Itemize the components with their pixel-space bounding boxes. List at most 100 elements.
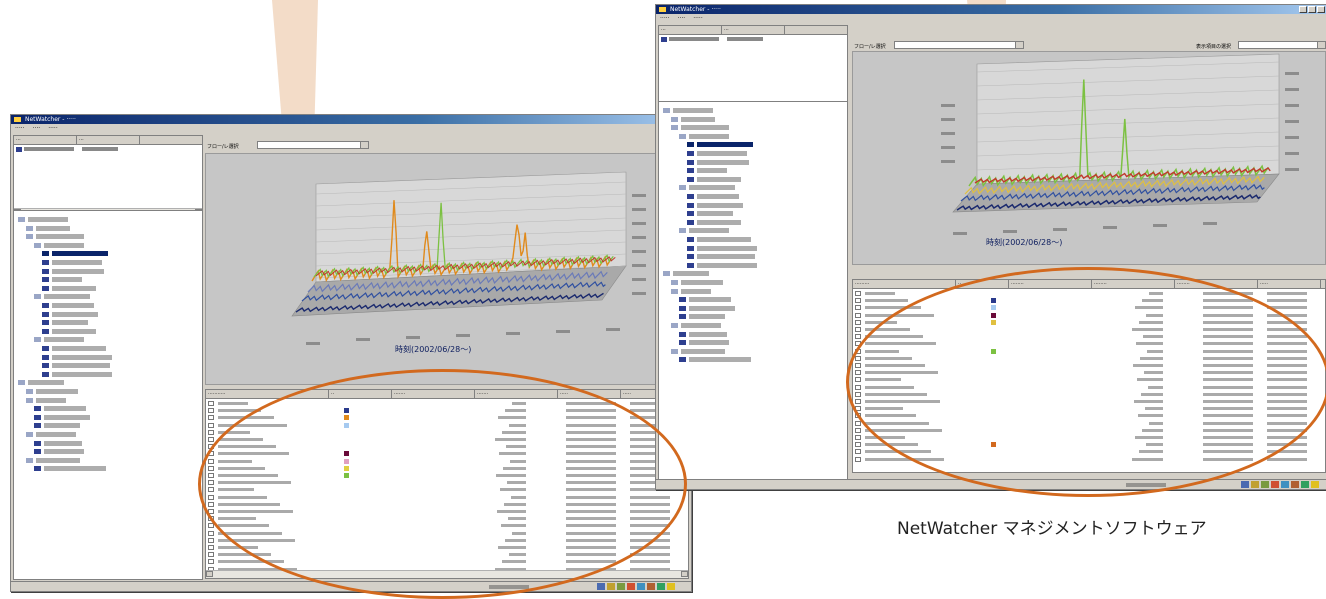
menu-item[interactable]: ····· xyxy=(693,14,703,23)
tree-item[interactable] xyxy=(52,268,104,274)
tree-item[interactable] xyxy=(689,331,727,337)
tree-item[interactable] xyxy=(681,348,725,354)
tray-icon[interactable] xyxy=(667,583,675,590)
tree-item[interactable] xyxy=(36,225,70,231)
tree-item[interactable] xyxy=(36,389,78,394)
display-item-select[interactable] xyxy=(1238,41,1326,49)
tree-item[interactable] xyxy=(681,288,711,294)
tree-item[interactable] xyxy=(28,380,64,386)
tree-item[interactable] xyxy=(681,125,729,131)
tree-item[interactable] xyxy=(36,432,76,437)
tree-item[interactable] xyxy=(697,168,727,174)
graph-node-icon xyxy=(679,340,686,346)
tree-item[interactable] xyxy=(697,237,751,242)
tray-icon[interactable] xyxy=(637,583,645,590)
flow-select-dropdown[interactable] xyxy=(257,141,369,149)
tree-item[interactable] xyxy=(44,294,90,300)
tray-icon[interactable] xyxy=(1301,481,1309,488)
menu-item[interactable]: ····· xyxy=(660,14,670,23)
tree-item[interactable] xyxy=(52,260,102,265)
tree-item[interactable] xyxy=(697,159,749,165)
tree-item[interactable] xyxy=(44,414,90,420)
tree-item[interactable] xyxy=(28,217,68,222)
tree-item[interactable] xyxy=(52,320,88,326)
tree-item[interactable] xyxy=(36,234,84,240)
tree-item[interactable] xyxy=(689,133,729,139)
tray-icon[interactable] xyxy=(1291,481,1299,488)
minimize-icon[interactable] xyxy=(1299,6,1307,13)
tree-item[interactable] xyxy=(681,323,721,328)
tree-item[interactable] xyxy=(689,297,731,303)
tree-item[interactable] xyxy=(44,466,106,472)
tree-item[interactable] xyxy=(697,151,747,156)
tree-item[interactable] xyxy=(44,406,86,412)
tree-item[interactable] xyxy=(697,254,755,260)
tree-item[interactable] xyxy=(44,449,84,455)
menu-item[interactable]: ····· xyxy=(48,124,58,133)
tree-item[interactable] xyxy=(697,194,739,199)
tree-item[interactable] xyxy=(697,219,741,225)
tree-item[interactable] xyxy=(697,176,741,182)
tree-item[interactable] xyxy=(689,357,751,363)
tree-item[interactable] xyxy=(36,457,80,463)
graph-node-icon xyxy=(679,314,686,320)
tray-icon[interactable] xyxy=(1271,481,1279,488)
tree-item[interactable] xyxy=(689,228,729,234)
tree-item[interactable] xyxy=(689,185,735,191)
tree-item[interactable] xyxy=(697,142,753,148)
tree-item[interactable] xyxy=(52,354,112,360)
menu-item[interactable]: ···· xyxy=(678,14,686,23)
tray-icon[interactable] xyxy=(597,583,605,590)
tree-item[interactable] xyxy=(44,242,84,248)
tree-item[interactable] xyxy=(44,440,82,446)
tree-item[interactable] xyxy=(673,271,709,277)
tree-item[interactable] xyxy=(697,245,757,251)
flow-select-dropdown[interactable] xyxy=(894,41,1024,49)
menu-item[interactable]: ···· xyxy=(33,124,41,133)
tree-item[interactable] xyxy=(52,303,94,308)
tree-item[interactable] xyxy=(697,211,733,217)
menu-item[interactable]: ····· xyxy=(15,124,25,133)
tray-icon[interactable] xyxy=(647,583,655,590)
tray-icon[interactable] xyxy=(1241,481,1249,488)
tree-item[interactable] xyxy=(52,371,112,377)
tree-item[interactable] xyxy=(52,277,82,283)
tray-icon[interactable] xyxy=(1311,481,1319,488)
tree-item[interactable] xyxy=(689,340,729,346)
navigation-tree[interactable] xyxy=(658,101,848,481)
tree-item[interactable] xyxy=(673,108,713,113)
tray-icon[interactable] xyxy=(657,583,665,590)
tree-item[interactable] xyxy=(697,262,757,268)
tree-item[interactable] xyxy=(689,305,735,311)
tray-icon[interactable] xyxy=(607,583,615,590)
tray-icon[interactable] xyxy=(617,583,625,590)
tray-icon[interactable] xyxy=(1251,481,1259,488)
tree-item[interactable] xyxy=(44,423,80,429)
tree-item[interactable] xyxy=(52,346,106,351)
graph-node-icon xyxy=(34,423,41,429)
maximize-icon[interactable] xyxy=(1308,6,1316,13)
graph-node-icon xyxy=(34,440,41,446)
graph-node-icon xyxy=(34,414,41,420)
navigation-tree[interactable] xyxy=(13,210,203,580)
close-icon[interactable] xyxy=(1317,6,1325,13)
tree-item[interactable] xyxy=(52,251,108,257)
tray-icon[interactable] xyxy=(627,583,635,590)
tree-item[interactable] xyxy=(689,314,725,320)
tree-item[interactable] xyxy=(52,363,110,369)
tray-icon[interactable] xyxy=(1281,481,1289,488)
tree-item[interactable] xyxy=(681,116,715,122)
chevron-down-icon[interactable] xyxy=(1317,42,1325,48)
tree-item[interactable] xyxy=(52,285,96,291)
tree-item[interactable] xyxy=(44,337,84,343)
tree-folder-icon xyxy=(18,217,25,222)
tray-icon[interactable] xyxy=(1261,481,1269,488)
tree-item[interactable] xyxy=(52,311,98,317)
chevron-down-icon[interactable] xyxy=(360,142,368,148)
tree-folder-icon xyxy=(34,294,41,300)
tree-item[interactable] xyxy=(36,397,66,403)
tree-item[interactable] xyxy=(681,280,723,285)
chevron-down-icon[interactable] xyxy=(1015,42,1023,48)
tree-item[interactable] xyxy=(697,202,743,208)
tree-item[interactable] xyxy=(52,328,96,334)
